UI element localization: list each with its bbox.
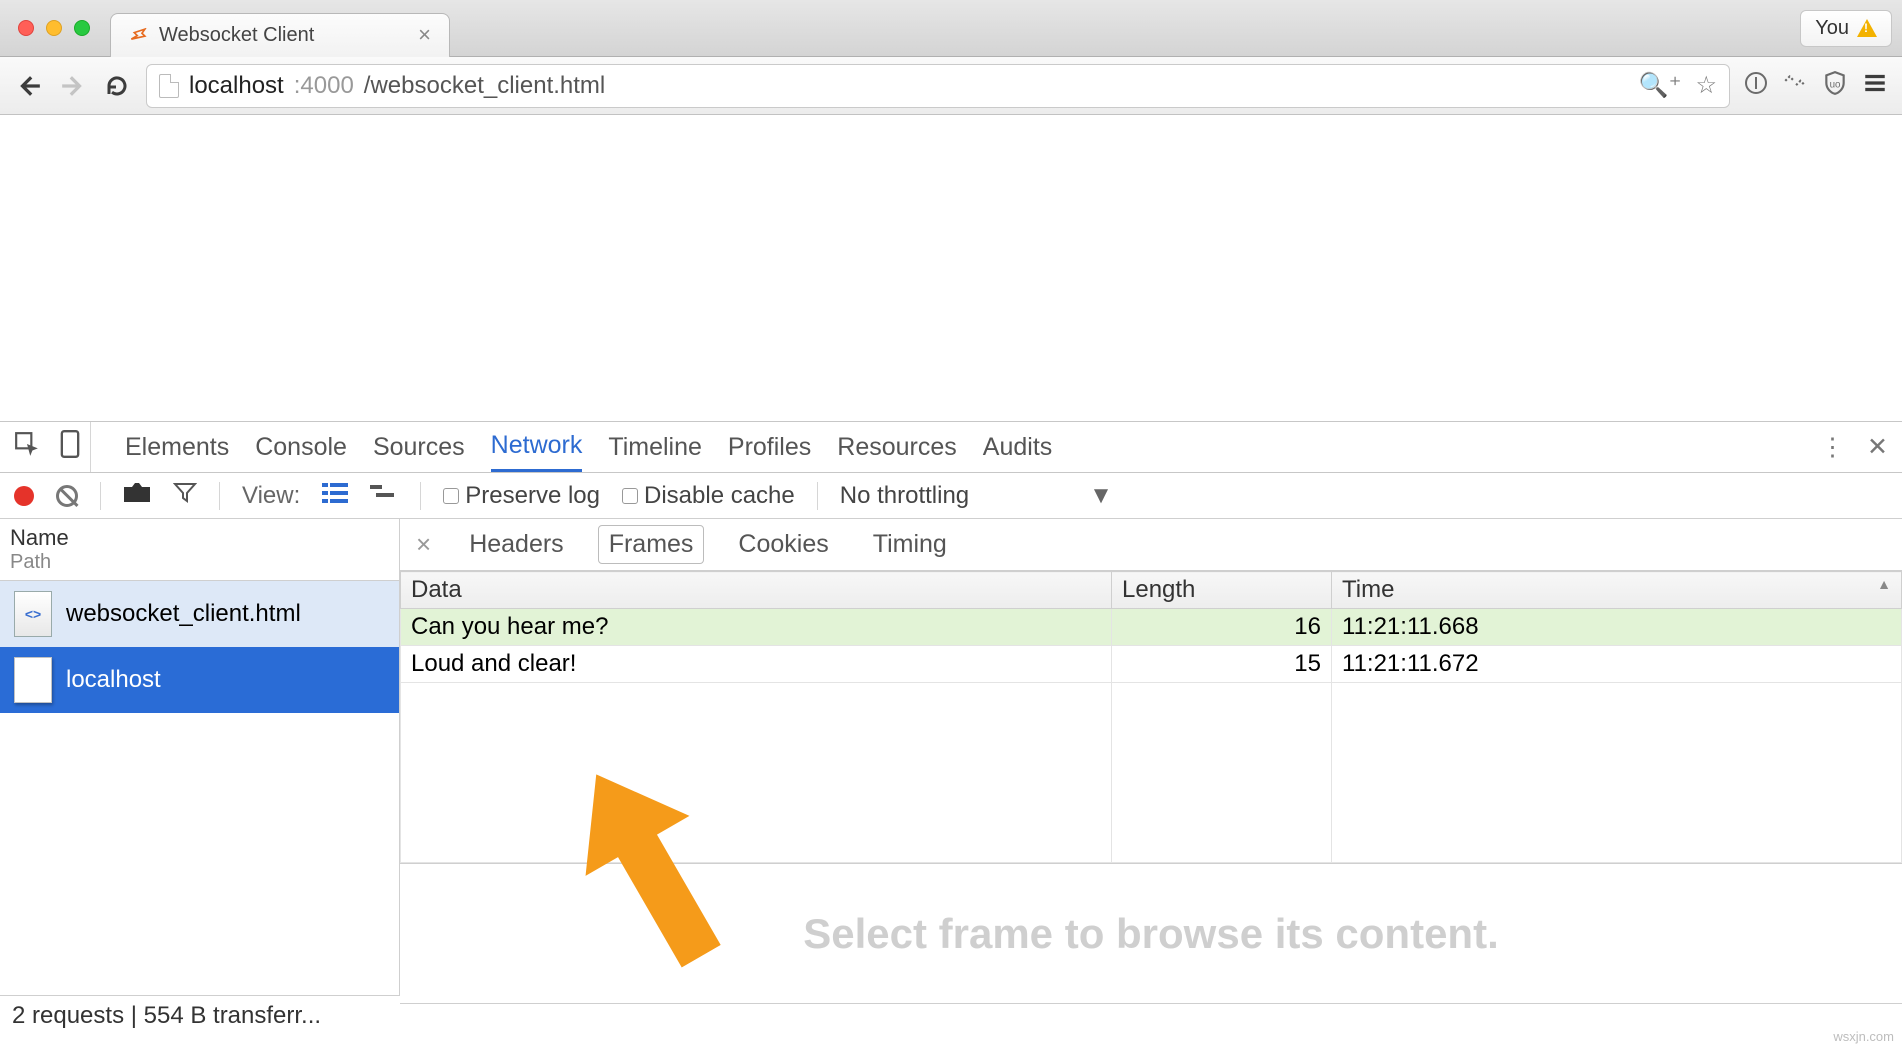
frame-row[interactable]: Can you hear me? 16 11:21:11.668 [401, 609, 1902, 646]
view-waterfall-icon[interactable] [370, 482, 398, 510]
browser-tab[interactable]: Websocket Client × [110, 13, 450, 57]
frame-length: 16 [1112, 609, 1332, 646]
throttling-select[interactable]: No throttling ▼ [840, 482, 1113, 510]
tab-profiles[interactable]: Profiles [728, 422, 811, 472]
reload-button[interactable] [102, 71, 132, 101]
back-button[interactable] [14, 71, 44, 101]
chevron-down-icon: ▼ [1089, 482, 1113, 510]
tab-sources[interactable]: Sources [373, 422, 465, 472]
traffic-lights [18, 20, 90, 36]
empty-space [401, 683, 1902, 863]
tab-timing[interactable]: Timing [863, 526, 957, 563]
tab-audits[interactable]: Audits [983, 422, 1052, 472]
devtools-kebab-icon[interactable]: ⋮ [1820, 432, 1845, 462]
frames-table: Data Length Time▲ Can you hear me? 16 11… [400, 571, 1902, 863]
request-row-html[interactable]: <> websocket_client.html [0, 581, 399, 647]
tab-cookies[interactable]: Cookies [728, 526, 838, 563]
frames-pane: × Headers Frames Cookies Timing Data Len… [400, 519, 1902, 1003]
disable-cache-checkbox[interactable]: Disable cache [622, 482, 795, 510]
tab-close-icon[interactable]: × [418, 22, 431, 48]
view-list-icon[interactable] [322, 482, 348, 510]
menu-icon[interactable] [1862, 70, 1888, 101]
header-name: Name [10, 525, 389, 551]
frame-data: Loud and clear! [401, 646, 1112, 683]
shield-icon[interactable]: uo [1822, 70, 1848, 101]
tab-favicon-lightning-icon [125, 21, 153, 49]
page-viewport [0, 115, 1902, 421]
address-bar: localhost :4000/websocket_client.html 🔍⁺ … [0, 57, 1902, 115]
minimize-window-button[interactable] [46, 20, 62, 36]
header-path: Path [10, 551, 389, 574]
throttling-value: No throttling [840, 482, 969, 510]
col-data[interactable]: Data [401, 572, 1112, 609]
preserve-log-checkbox[interactable]: Preserve log [443, 482, 600, 510]
network-status-bar: 2 requests | 554 B transferr... [0, 995, 400, 1036]
zoom-icon[interactable]: 🔍⁺ [1639, 71, 1682, 100]
close-detail-icon[interactable]: × [416, 529, 431, 560]
request-row-websocket[interactable]: localhost [0, 647, 399, 713]
devtools-close-icon[interactable]: ✕ [1867, 432, 1888, 462]
frame-row[interactable]: Loud and clear! 15 11:21:11.672 [401, 646, 1902, 683]
col-length[interactable]: Length [1112, 572, 1332, 609]
clear-button[interactable] [56, 485, 78, 507]
view-label: View: [242, 482, 300, 510]
request-list: Name Path <> websocket_client.html local… [0, 519, 400, 1003]
device-mode-icon[interactable] [60, 430, 80, 465]
url-input[interactable]: localhost :4000/websocket_client.html 🔍⁺ … [146, 64, 1730, 108]
frame-data: Can you hear me? [401, 609, 1112, 646]
info-icon[interactable] [1744, 71, 1768, 100]
extension-icon[interactable] [1782, 70, 1808, 101]
filter-icon[interactable] [173, 480, 197, 511]
frame-length: 15 [1112, 646, 1332, 683]
tab-resources[interactable]: Resources [837, 422, 957, 472]
bookmark-star-icon[interactable]: ☆ [1695, 71, 1717, 100]
warning-icon [1857, 19, 1877, 37]
forward-button[interactable] [58, 71, 88, 101]
devtools-tab-bar: Elements Console Sources Network Timelin… [0, 421, 1902, 473]
profile-button[interactable]: You [1800, 10, 1892, 47]
capture-screenshot-icon[interactable] [123, 482, 151, 510]
tab-elements[interactable]: Elements [125, 422, 229, 472]
profile-label: You [1815, 17, 1849, 40]
col-time[interactable]: Time▲ [1332, 572, 1902, 609]
sort-indicator-icon: ▲ [1877, 576, 1891, 592]
separator [420, 482, 421, 510]
detail-tab-bar: × Headers Frames Cookies Timing [400, 519, 1902, 571]
request-list-header: Name Path [0, 519, 399, 581]
websocket-icon [14, 657, 52, 703]
close-window-button[interactable] [18, 20, 34, 36]
request-label: websocket_client.html [66, 600, 301, 628]
svg-text:uo: uo [1830, 79, 1841, 90]
window-titlebar: Websocket Client × You [0, 0, 1902, 57]
frame-time: 11:21:11.672 [1332, 646, 1902, 683]
zoom-window-button[interactable] [74, 20, 90, 36]
frame-time: 11:21:11.668 [1332, 609, 1902, 646]
tab-timeline[interactable]: Timeline [608, 422, 702, 472]
record-button[interactable] [14, 486, 34, 506]
url-host: localhost [189, 72, 284, 100]
tab-title: Websocket Client [159, 24, 314, 47]
network-toolbar: View: Preserve log Disable cache No thro… [0, 473, 1902, 519]
tab-network[interactable]: Network [491, 422, 583, 472]
request-label: localhost [66, 666, 161, 694]
tab-frames[interactable]: Frames [598, 525, 705, 564]
file-icon [159, 74, 179, 98]
network-panel: Name Path <> websocket_client.html local… [0, 519, 1902, 1004]
inspect-element-icon[interactable] [14, 431, 40, 464]
omnibox-actions: 🔍⁺ ☆ [1639, 71, 1717, 100]
watermark: wsxjn.com [1833, 1029, 1894, 1044]
separator [219, 482, 220, 510]
separator [100, 482, 101, 510]
url-port: :4000 [294, 72, 354, 100]
tab-console[interactable]: Console [255, 422, 347, 472]
frame-empty-message: Select frame to browse its content. [400, 863, 1902, 1003]
separator [817, 482, 818, 510]
tab-headers[interactable]: Headers [459, 526, 574, 563]
document-icon: <> [14, 591, 52, 637]
url-path: /websocket_client.html [364, 72, 605, 100]
